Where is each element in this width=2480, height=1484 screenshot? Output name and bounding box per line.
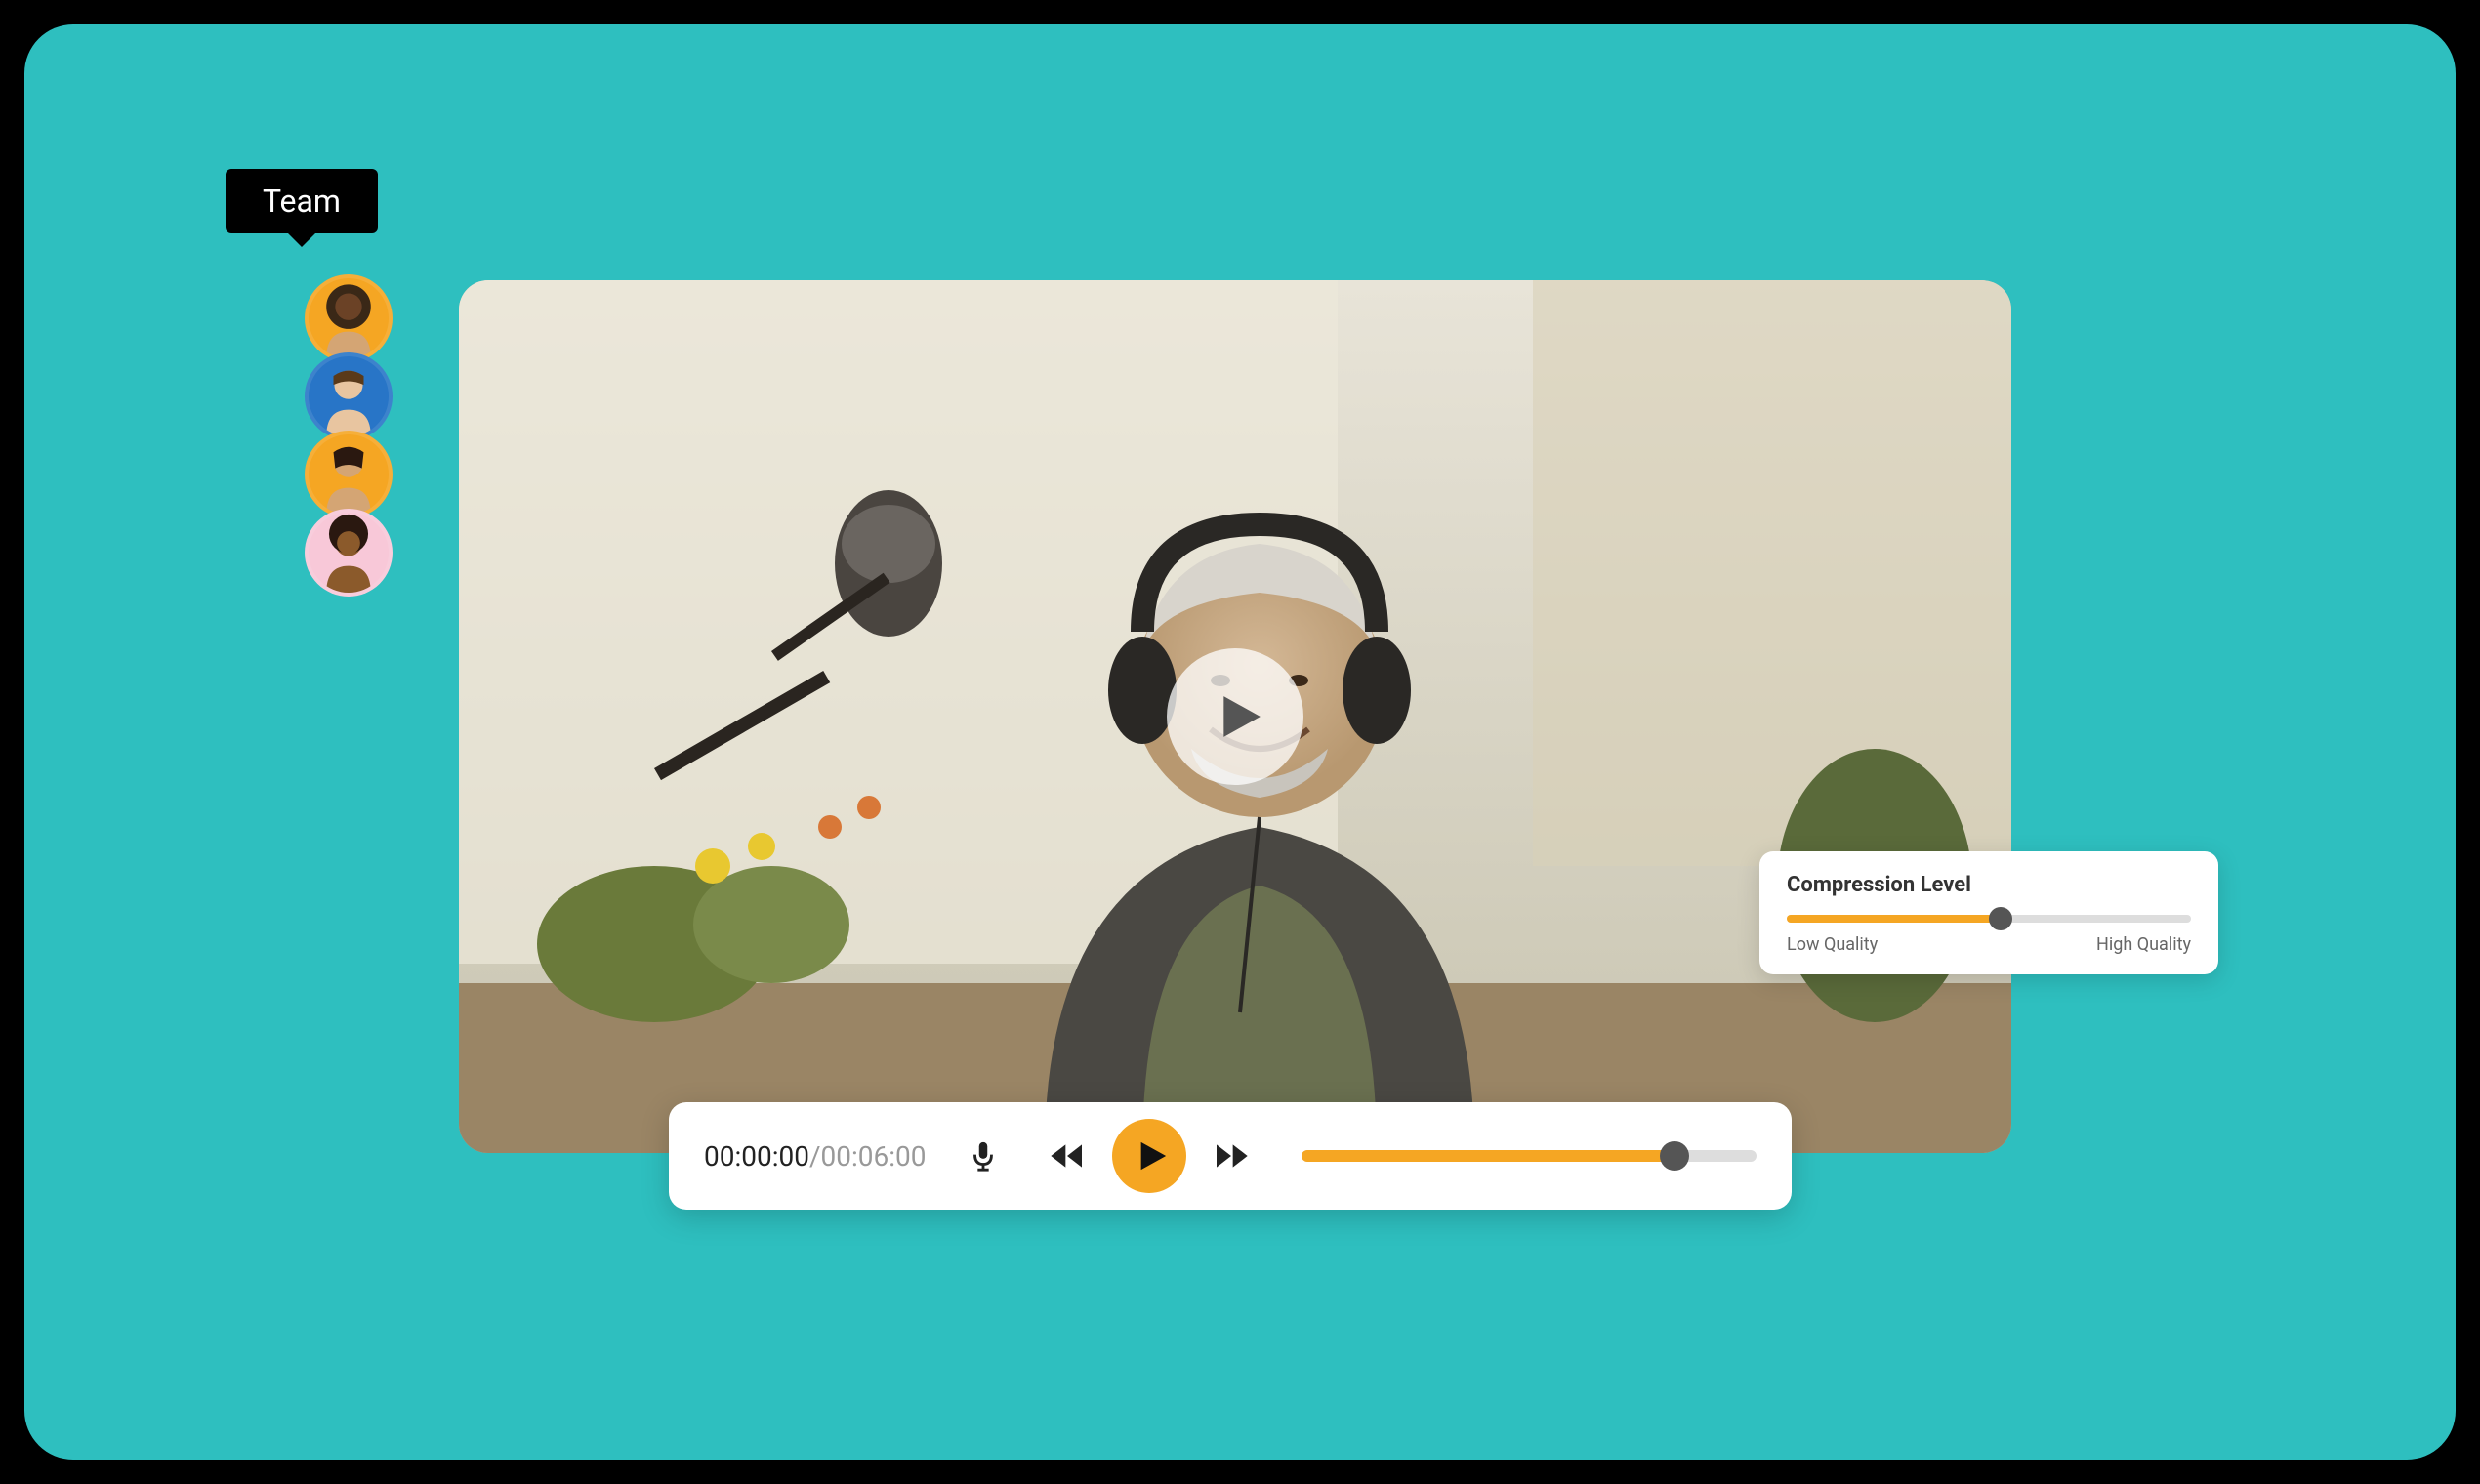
compression-handle[interactable] [1989, 907, 2012, 930]
compression-slider[interactable] [1787, 915, 2191, 923]
team-tooltip: Team [226, 169, 378, 233]
compression-fill [1787, 915, 2001, 923]
play-button[interactable] [1112, 1119, 1186, 1193]
time-current: 00:00:00 [704, 1140, 809, 1173]
time-display: 00:00:00/00:06:00 [704, 1140, 927, 1173]
person-icon [309, 356, 389, 436]
avatar[interactable] [305, 352, 393, 440]
video-player[interactable] [459, 280, 2011, 1153]
microphone-icon [967, 1139, 1000, 1173]
progress-slider[interactable] [1302, 1150, 1757, 1162]
app-canvas: Team [24, 24, 2456, 1460]
rewind-button[interactable] [1046, 1134, 1089, 1177]
compression-high-label: High Quality [2096, 934, 2191, 955]
avatar[interactable] [305, 509, 393, 597]
time-total: 00:06:00 [821, 1140, 927, 1173]
play-overlay-button[interactable] [1167, 648, 1303, 785]
compression-panel: Compression Level Low Quality High Quali… [1759, 851, 2218, 974]
compression-low-label: Low Quality [1787, 934, 1878, 955]
play-icon [1136, 1139, 1169, 1173]
progress-handle[interactable] [1660, 1141, 1689, 1171]
microphone-button[interactable] [964, 1136, 1003, 1175]
fast-forward-button[interactable] [1210, 1134, 1253, 1177]
avatar[interactable] [305, 274, 393, 362]
team-tooltip-label: Team [263, 183, 341, 220]
rewind-icon [1048, 1136, 1087, 1175]
person-icon [309, 513, 389, 593]
person-icon [309, 278, 389, 358]
team-avatar-stack [305, 274, 393, 597]
person-icon [309, 434, 389, 515]
compression-labels: Low Quality High Quality [1787, 934, 2191, 955]
avatar[interactable] [305, 431, 393, 518]
progress-fill [1302, 1150, 1675, 1162]
compression-title: Compression Level [1787, 873, 2191, 897]
fast-forward-icon [1212, 1136, 1251, 1175]
transport-controls [1046, 1119, 1253, 1193]
time-separator: / [809, 1140, 821, 1173]
player-bar: 00:00:00/00:06:00 [669, 1102, 1792, 1210]
play-icon [1216, 692, 1264, 741]
